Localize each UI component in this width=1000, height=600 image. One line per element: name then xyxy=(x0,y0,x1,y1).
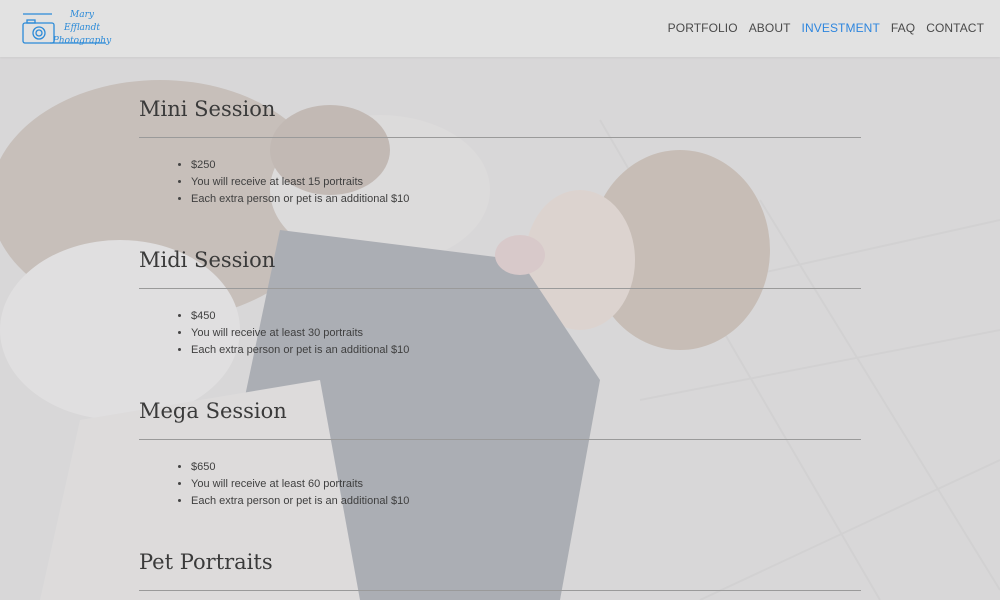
nav-contact[interactable]: CONTACT xyxy=(926,21,984,35)
list-item: $250 xyxy=(191,157,861,174)
brand-line2: Photography xyxy=(52,36,112,46)
divider xyxy=(139,137,861,138)
divider xyxy=(139,439,861,440)
session-title: Pet Portraits xyxy=(139,550,273,574)
session-midi: Midi Session $450 You will receive at le… xyxy=(139,208,861,359)
pricing-content: Mini Session $250 You will receive at le… xyxy=(139,57,861,591)
nav-faq[interactable]: FAQ xyxy=(891,21,915,35)
list-item: Each extra person or pet is an additiona… xyxy=(191,191,861,208)
nav-portfolio[interactable]: PORTFOLIO xyxy=(668,21,738,35)
session-details: $450 You will receive at least 30 portra… xyxy=(139,308,861,359)
brand-logo[interactable]: Mary Efflandt Photography xyxy=(22,10,111,46)
list-item: $450 xyxy=(191,308,861,325)
divider xyxy=(139,288,861,289)
brand-line1: Mary Efflandt xyxy=(64,10,100,33)
site-header: Mary Efflandt Photography PORTFOLIO ABOU… xyxy=(0,0,1000,57)
list-item: $650 xyxy=(191,459,861,476)
list-item: You will receive at least 30 portraits xyxy=(191,325,861,342)
nav-about[interactable]: ABOUT xyxy=(749,21,791,35)
session-details: $250 You will receive at least 15 portra… xyxy=(139,157,861,208)
session-pet-portraits: Pet Portraits xyxy=(139,510,861,591)
session-title: Mini Session xyxy=(139,97,276,121)
main-nav: PORTFOLIO ABOUT INVESTMENT FAQ CONTACT xyxy=(668,21,984,35)
session-mini: Mini Session $250 You will receive at le… xyxy=(139,57,861,208)
divider xyxy=(139,590,861,591)
nav-investment[interactable]: INVESTMENT xyxy=(802,21,880,35)
list-item: Each extra person or pet is an additiona… xyxy=(191,342,861,359)
session-mega: Mega Session $650 You will receive at le… xyxy=(139,359,861,510)
session-title: Midi Session xyxy=(139,248,276,272)
session-title: Mega Session xyxy=(139,399,287,423)
list-item: Each extra person or pet is an additiona… xyxy=(191,493,861,510)
list-item: You will receive at least 15 portraits xyxy=(191,174,861,191)
brand-name: Mary Efflandt Photography xyxy=(51,9,113,48)
list-item: You will receive at least 60 portraits xyxy=(191,476,861,493)
session-details: $650 You will receive at least 60 portra… xyxy=(139,459,861,510)
